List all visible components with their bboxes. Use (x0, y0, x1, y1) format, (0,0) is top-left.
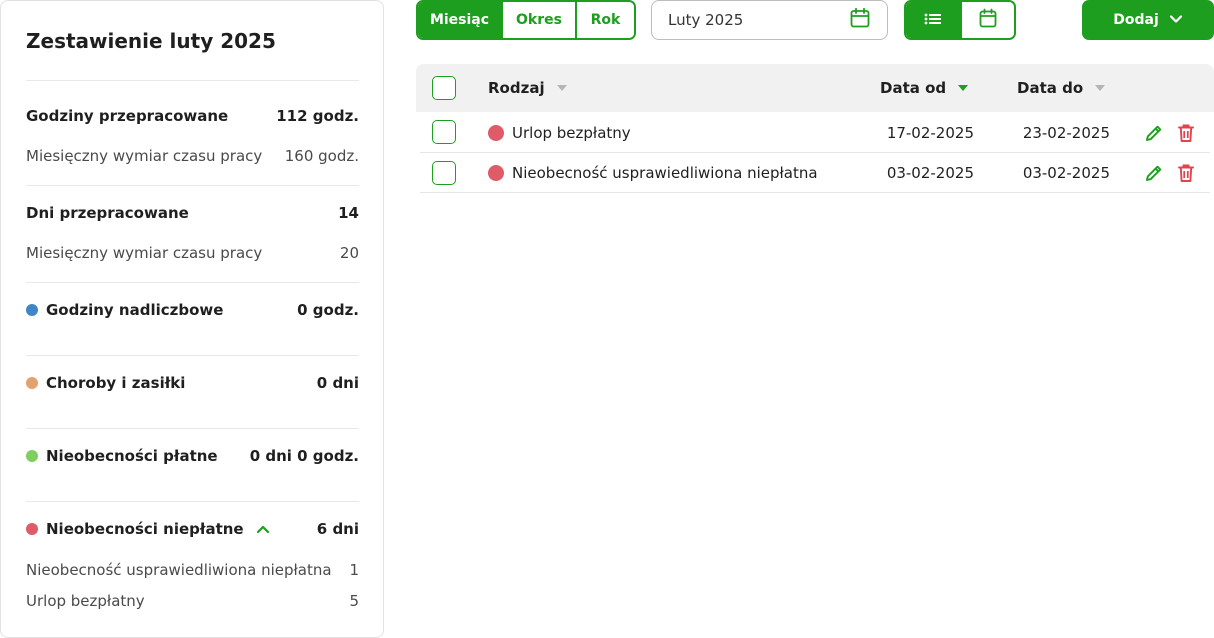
hours-worked-row: Godziny przepracowane 112 godz. (26, 107, 359, 125)
paid-absence-value: 0 dni 0 godz. (249, 447, 359, 465)
sickness-row: Choroby i zasiłki 0 dni (26, 374, 359, 392)
hours-worked-label: Godziny przepracowane (26, 107, 229, 125)
unpaid-detail-row: Urlop bezpłatny 5 (26, 592, 359, 610)
overtime-dot (26, 304, 38, 316)
days-norm-label: Miesięczny wymiar czasu pracy (26, 244, 263, 262)
unpaid-detail-label: Urlop bezpłatny (26, 592, 145, 610)
row-type: Nieobecność usprawiedliwiona niepłatna (488, 153, 818, 193)
summary-panel: Zestawienie luty 2025 Godziny przepracow… (0, 0, 384, 638)
date-input[interactable] (668, 11, 828, 29)
column-date-from[interactable]: Data od (880, 64, 969, 112)
column-date-to-label: Data do (1017, 79, 1084, 97)
row-type: Urlop bezpłatny (488, 113, 631, 153)
divider (26, 501, 359, 502)
chevron-up-icon[interactable] (256, 524, 270, 534)
unpaid-absence-dot (26, 523, 38, 535)
row-date-from: 03-02-2025 (886, 164, 974, 182)
column-type-label: Rodzaj (488, 79, 545, 97)
summary-title: Zestawienie luty 2025 (26, 29, 276, 53)
chevron-down-icon (1169, 12, 1183, 28)
hours-norm-label: Miesięczny wymiar czasu pracy (26, 147, 263, 165)
unpaid-detail-value: 5 (349, 592, 359, 610)
sickness-dot (26, 377, 38, 389)
column-date-to[interactable]: Data do (1017, 64, 1106, 112)
unpaid-detail-value: 1 (349, 561, 359, 579)
delete-icon[interactable] (1174, 161, 1198, 185)
type-dot (488, 125, 504, 141)
column-type[interactable]: Rodzaj (488, 64, 567, 112)
divider (26, 355, 359, 356)
sort-caret-icon (958, 85, 969, 91)
unpaid-detail-label: Nieobecność usprawiedliwiona niepłatna (26, 561, 332, 579)
unpaid-detail-row: Nieobecność usprawiedliwiona niepłatna 1 (26, 561, 359, 579)
column-date-from-label: Data od (880, 79, 947, 97)
add-button[interactable]: Dodaj (1082, 0, 1214, 40)
days-norm-row: Miesięczny wymiar czasu pracy 20 (26, 244, 359, 262)
hours-worked-value: 112 godz. (276, 107, 359, 125)
view-toggle (904, 0, 1016, 40)
paid-absence-label: Nieobecności płatne (46, 447, 218, 465)
row-checkbox[interactable] (432, 120, 456, 144)
days-norm-value: 20 (339, 244, 359, 262)
divider (26, 428, 359, 429)
tab-period[interactable]: Okres (501, 2, 575, 38)
tab-month[interactable]: Miesiąc (418, 2, 501, 38)
overtime-label: Godziny nadliczbowe (46, 301, 224, 319)
row-date-from: 17-02-2025 (886, 124, 974, 142)
unpaid-absence-row[interactable]: Nieobecności niepłatne 6 dni (26, 520, 359, 538)
list-icon (924, 11, 942, 30)
table-row[interactable]: Urlop bezpłatny 17-02-2025 23-02-2025 (420, 113, 1210, 153)
edit-icon[interactable] (1142, 121, 1166, 145)
period-switch: Miesiąc Okres Rok (416, 0, 636, 40)
calendar-view-button[interactable] (960, 2, 1014, 38)
days-worked-row: Dni przepracowane 14 (26, 204, 359, 222)
tab-year[interactable]: Rok (575, 2, 634, 38)
table-row[interactable]: Nieobecność usprawiedliwiona niepłatna 0… (420, 153, 1210, 193)
table-header: Rodzaj Data od Data do (416, 64, 1214, 112)
paid-absence-dot (26, 450, 38, 462)
sickness-value: 0 dni (316, 374, 359, 392)
calendar-icon[interactable] (849, 7, 871, 33)
sort-caret-icon (1095, 85, 1106, 91)
overtime-value: 0 godz. (297, 301, 359, 319)
overtime-row: Godziny nadliczbowe 0 godz. (26, 301, 359, 319)
days-worked-value: 14 (338, 204, 359, 222)
hours-norm-row: Miesięczny wymiar czasu pracy 160 godz. (26, 147, 359, 165)
unpaid-absence-value: 6 dni (316, 520, 359, 538)
row-type-label: Urlop bezpłatny (512, 124, 631, 142)
hours-norm-value: 160 godz. (284, 147, 359, 165)
divider (26, 185, 359, 186)
sickness-label: Choroby i zasiłki (46, 374, 186, 392)
edit-icon[interactable] (1142, 161, 1166, 185)
divider (26, 80, 359, 81)
unpaid-absence-label: Nieobecności niepłatne (46, 520, 244, 538)
paid-absence-row: Nieobecności płatne 0 dni 0 godz. (26, 447, 359, 465)
calendar-icon (979, 8, 997, 32)
days-worked-label: Dni przepracowane (26, 204, 189, 222)
select-all-checkbox[interactable] (432, 76, 456, 100)
row-type-label: Nieobecność usprawiedliwiona niepłatna (512, 164, 818, 182)
type-dot (488, 165, 504, 181)
add-label: Dodaj (1113, 12, 1159, 28)
divider (26, 282, 359, 283)
row-checkbox[interactable] (432, 161, 456, 185)
row-date-to: 23-02-2025 (1022, 124, 1110, 142)
date-picker[interactable] (651, 0, 888, 40)
delete-icon[interactable] (1174, 121, 1198, 145)
sort-caret-icon (556, 85, 567, 91)
list-view-button[interactable] (906, 2, 960, 38)
row-date-to: 03-02-2025 (1022, 164, 1110, 182)
